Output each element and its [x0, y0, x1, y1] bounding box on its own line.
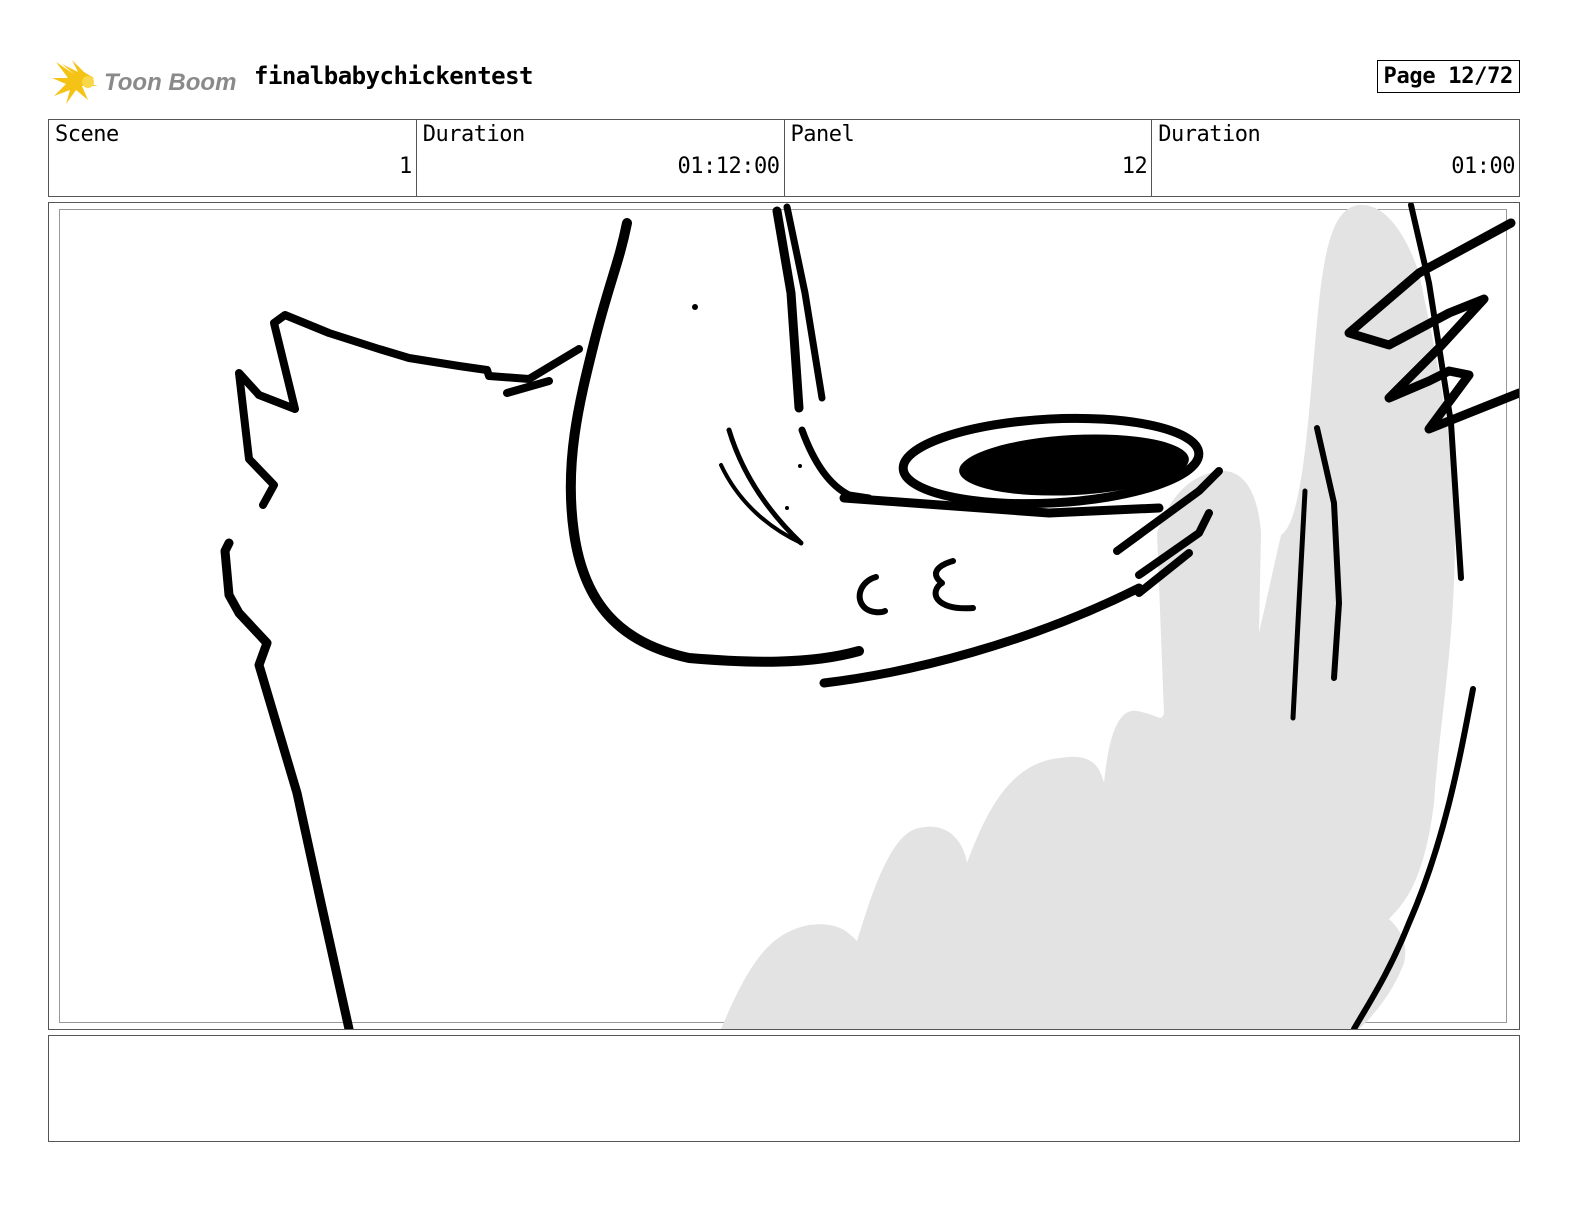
- panel-notes-area: [48, 1035, 1520, 1142]
- panel-duration-value: 01:00: [1451, 154, 1515, 179]
- page-indicator: Page 12/72: [1376, 60, 1520, 93]
- scene-value: 1: [399, 154, 412, 179]
- speck-3: [785, 506, 789, 510]
- arm-outer: [565, 218, 864, 667]
- panel-duration-label: Duration: [1158, 122, 1261, 147]
- panel-info-row: Scene 1 Duration 01:12:00 Panel 12 Durat…: [48, 119, 1520, 197]
- page-header: Toon Boom finalbabychickentest Page 12/7…: [48, 56, 1520, 108]
- scene-label: Scene: [55, 122, 119, 147]
- panel-value: 12: [1121, 154, 1148, 179]
- panel-label: Panel: [790, 122, 855, 147]
- smoke-shading: [721, 204, 1455, 1029]
- hand-lower: [819, 583, 1144, 688]
- scene-duration-cell: Duration 01:12:00: [417, 120, 785, 196]
- arm-crease: [798, 426, 873, 502]
- panel-duration-cell: Duration 01:00: [1152, 120, 1519, 196]
- storyboard-panel: [48, 202, 1520, 1030]
- toon-boom-logo: Toon Boom: [52, 60, 236, 104]
- logo-wordmark: Toon Boom: [104, 69, 236, 96]
- cheek-e: [932, 558, 976, 612]
- ear-zigzag: [235, 311, 583, 509]
- scene-duration-value: 01:12:00: [677, 154, 780, 179]
- body-left-outline: [220, 538, 354, 1029]
- burst-icon: [52, 60, 98, 104]
- project-title: finalbabychickentest: [254, 62, 533, 90]
- scene-cell: Scene 1: [49, 120, 417, 196]
- panel-sketch: [220, 203, 1519, 1029]
- arm-crease2: [726, 427, 804, 546]
- scene-duration-label: Duration: [422, 122, 525, 147]
- panel-cell: Panel 12: [785, 120, 1153, 196]
- cheek-c: [856, 574, 888, 616]
- speck-1: [692, 304, 698, 310]
- speck-2: [798, 464, 802, 468]
